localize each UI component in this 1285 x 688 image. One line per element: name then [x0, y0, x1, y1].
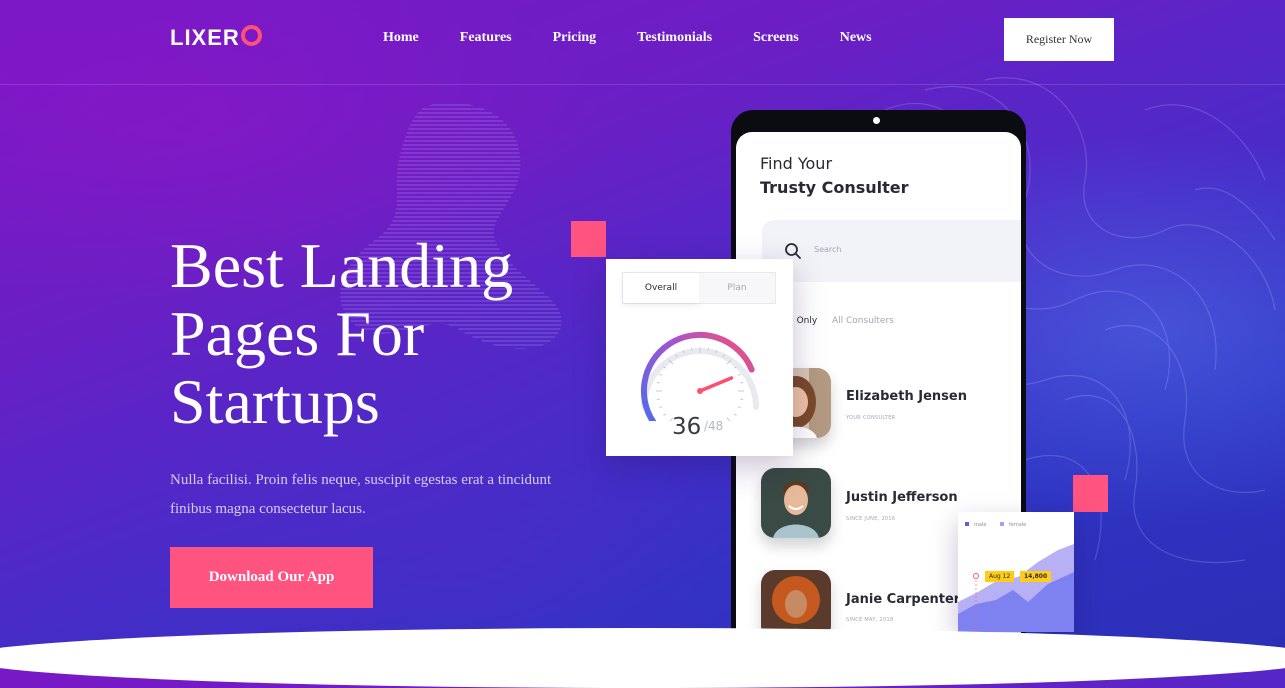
consultant-meta: YOUR CONSULTER [846, 415, 896, 421]
nav-item-features[interactable]: Features [460, 30, 512, 46]
area-chart [958, 544, 1074, 632]
legend-label-female: female [1009, 522, 1027, 528]
tooltip-value: 14,800 [1020, 571, 1052, 582]
chart-marker-dot [973, 573, 979, 579]
gauge-tick [656, 398, 660, 401]
consultant-meta: SINCE JUNE, 2016 [846, 516, 896, 522]
register-button[interactable]: Register Now [1004, 18, 1114, 61]
gauge-tick [726, 417, 731, 421]
gauge-card: Overall Plan 36 /48 [606, 259, 793, 456]
area-chart-card: male female Aug 12 14,800 [958, 512, 1074, 632]
logo-text: LIXER [170, 25, 240, 50]
gauge-tick [733, 413, 737, 416]
nav-item-screens[interactable]: Screens [753, 30, 799, 46]
site-header: LIXER Home Features Pricing Testimonials… [0, 0, 1285, 85]
gauge-tick [737, 373, 741, 376]
gauge-tick [707, 347, 710, 351]
gauge-value: 36 [672, 414, 702, 440]
download-app-button[interactable]: Download Our App [170, 547, 373, 608]
phone-search-bar[interactable]: Search [762, 220, 1021, 282]
filter-tab-all[interactable]: All Consulters [832, 316, 894, 326]
logo[interactable]: LIXER [170, 25, 262, 51]
avatar[interactable] [761, 468, 831, 538]
search-placeholder: Search [814, 245, 842, 254]
logo-o-icon [240, 25, 262, 46]
phone-camera [873, 117, 880, 124]
consultant-name: Janie Carpenter [846, 592, 961, 607]
consultant-meta: SINCE MAY, 2018 [846, 617, 894, 623]
tab-plan[interactable]: Plan [699, 273, 775, 303]
legend-female: female [1000, 522, 1026, 528]
hero-subtitle: Nulla facilisi. Proin felis neque, susci… [170, 472, 552, 517]
gauge-tick [659, 406, 663, 409]
main-nav: Home Features Pricing Testimonials Scree… [383, 30, 913, 46]
hero-title: Best Landing Pages For Startups [170, 230, 514, 437]
consultant-name: Elizabeth Jensen [846, 389, 967, 404]
bottom-wave [0, 628, 1285, 688]
accent-square [571, 221, 606, 257]
gauge-tick [656, 381, 660, 384]
phone-heading-line2: Trusty Consulter [760, 178, 909, 197]
tooltip-date: Aug 12 [985, 571, 1015, 582]
search-icon [785, 243, 801, 259]
gauge-tabs: Overall Plan [622, 272, 776, 304]
gauge-needle [698, 376, 734, 393]
legend-label-male: male [974, 522, 987, 528]
gauge-tick [663, 413, 667, 416]
gauge-tick [740, 381, 744, 384]
gauge-tick [737, 406, 741, 409]
gauge-max: /48 [704, 419, 724, 433]
legend-swatch-female [1000, 522, 1004, 526]
gauge-dial [640, 331, 759, 421]
nav-item-pricing[interactable]: Pricing [553, 30, 597, 46]
nav-item-testimonials[interactable]: Testimonials [637, 30, 712, 46]
tab-overall[interactable]: Overall [623, 273, 699, 303]
accent-square [1073, 475, 1108, 512]
nav-item-home[interactable]: Home [383, 30, 419, 46]
legend-swatch-male [965, 522, 969, 526]
gauge-tick [690, 347, 693, 351]
legend-male: male [965, 522, 986, 528]
phone-heading-line1: Find Your [760, 154, 833, 173]
gauge-tick [740, 398, 744, 401]
gauge-tick [659, 373, 663, 376]
consultant-name: Justin Jefferson [846, 490, 958, 505]
nav-item-news[interactable]: News [840, 30, 872, 46]
